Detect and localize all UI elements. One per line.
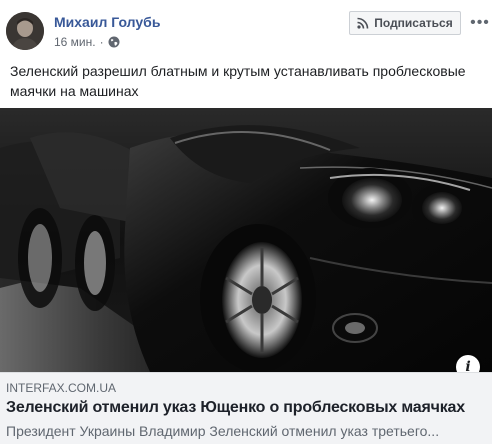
post-header: Михаил Голубь 16 мин. · Подписаться ••• [0, 0, 492, 60]
avatar-photo [6, 12, 44, 50]
link-description: Президент Украины Владимир Зеленский отм… [6, 423, 440, 439]
subscribe-button[interactable]: Подписаться [349, 11, 461, 35]
link-preview[interactable]: i INTERFAX.COM.UA Зеленский отменил указ… [0, 108, 492, 444]
post-meta: 16 мин. · [54, 35, 120, 49]
rss-icon [357, 17, 369, 29]
avatar[interactable] [6, 12, 44, 50]
globe-icon[interactable] [108, 36, 120, 48]
post-timestamp[interactable]: 16 мин. [54, 35, 96, 49]
more-options-button[interactable]: ••• [469, 12, 491, 34]
post-text: Зеленский разрешил блатным и крутым уста… [10, 63, 466, 99]
link-domain: INTERFAX.COM.UA [6, 381, 117, 395]
author-name[interactable]: Михаил Голубь [54, 14, 160, 30]
info-icon[interactable]: i [456, 355, 480, 372]
link-preview-image[interactable]: i [0, 108, 492, 372]
meta-separator: · [99, 35, 104, 49]
more-icon: ••• [470, 14, 490, 31]
subscribe-label: Подписаться [374, 16, 453, 30]
link-preview-meta[interactable]: INTERFAX.COM.UA Зеленский отменил указ Ю… [0, 372, 492, 444]
car-photo [0, 108, 492, 372]
link-title[interactable]: Зеленский отменил указ Ющенко о проблеск… [6, 399, 465, 417]
